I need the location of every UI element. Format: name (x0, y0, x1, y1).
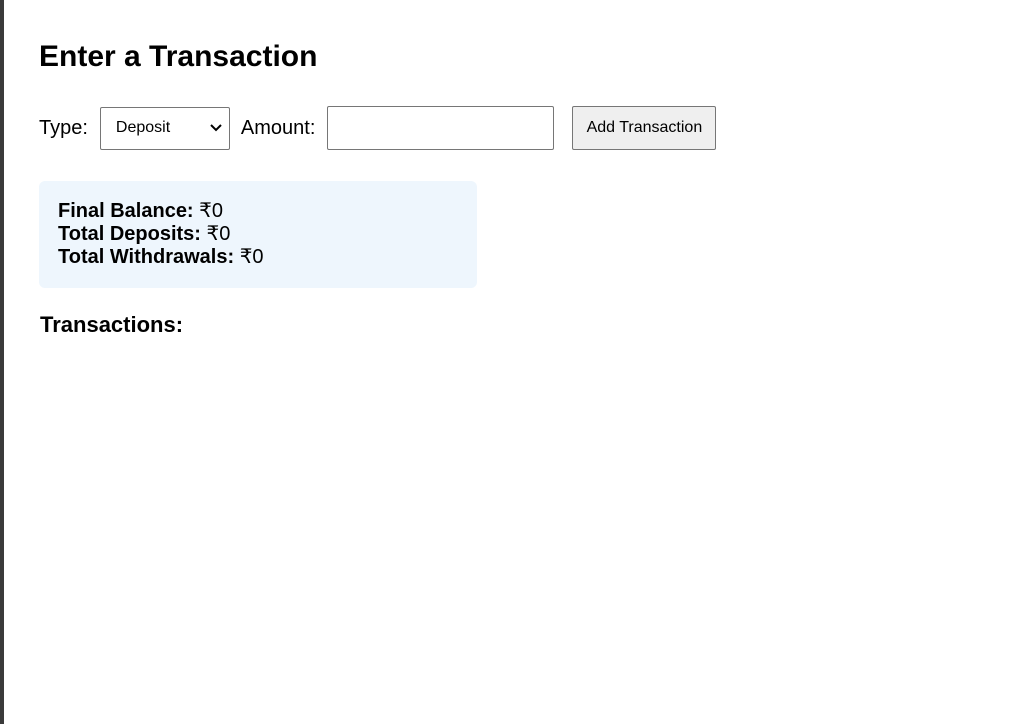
type-label: Type: (39, 117, 88, 139)
final-balance-row: Final Balance: ₹0 (58, 200, 458, 223)
final-balance-label: Final Balance: (58, 200, 194, 222)
type-select[interactable]: Deposit (99, 106, 230, 150)
chevron-down-icon (209, 121, 223, 135)
type-select-value: Deposit (115, 119, 171, 136)
amount-label: Amount: (240, 117, 316, 139)
total-withdrawals-row: Total Withdrawals: ₹0 (58, 246, 458, 269)
amount-input[interactable] (327, 106, 555, 150)
page-title: Enter a Transaction (39, 40, 318, 73)
transactions-heading: Transactions: (40, 312, 184, 337)
total-deposits-label: Total Deposits: (58, 223, 201, 245)
window-left-border (0, 0, 4, 724)
total-deposits-row: Total Deposits: ₹0 (58, 223, 458, 246)
total-withdrawals-value: ₹0 (239, 246, 264, 268)
add-transaction-button[interactable]: Add Transaction (572, 106, 717, 150)
summary-panel: Final Balance: ₹0 Total Deposits: ₹0 Tot… (39, 181, 477, 288)
transaction-form: Type: Deposit Amount: Add Transaction (39, 106, 717, 150)
total-deposits-value: ₹0 (206, 223, 231, 245)
final-balance-value: ₹0 (199, 200, 224, 222)
total-withdrawals-label: Total Withdrawals: (58, 246, 235, 268)
